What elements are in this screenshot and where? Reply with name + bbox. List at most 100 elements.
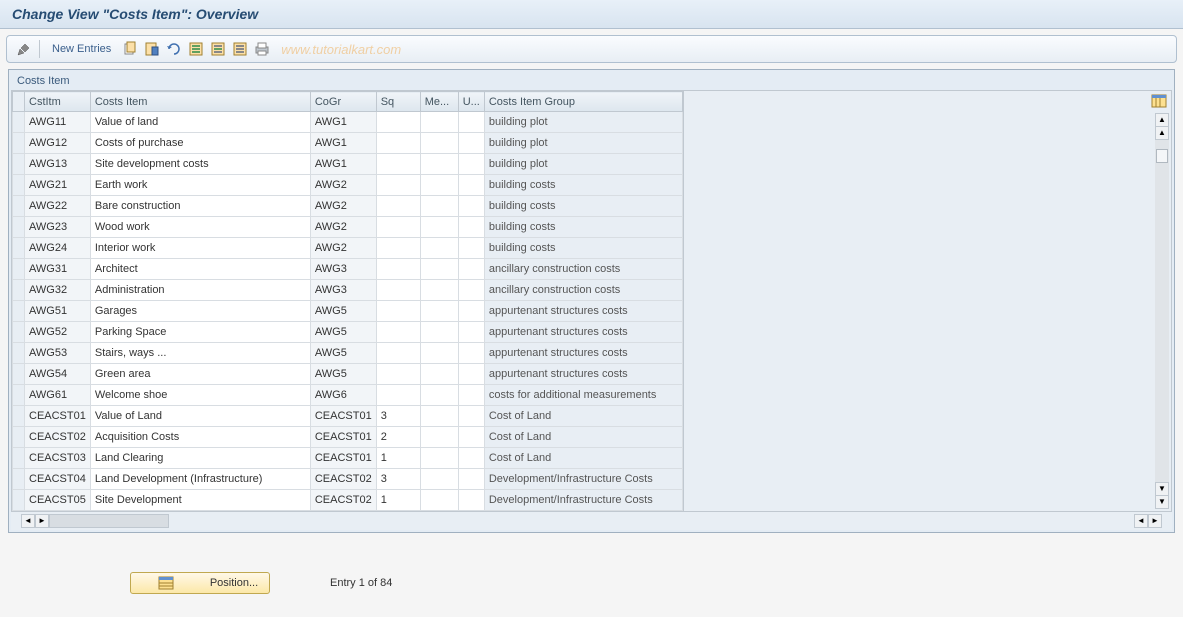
- cell-cogr[interactable]: CEACST01: [310, 448, 376, 469]
- cell-me[interactable]: [420, 448, 458, 469]
- cell-me[interactable]: [420, 238, 458, 259]
- table-row[interactable]: AWG13Site development costsAWG1building …: [13, 154, 683, 175]
- cell-u[interactable]: [458, 133, 484, 154]
- cell-costs-item[interactable]: Land Clearing: [90, 448, 310, 469]
- cell-sq[interactable]: [376, 175, 420, 196]
- cell-sq[interactable]: 3: [376, 406, 420, 427]
- undo-icon[interactable]: [165, 40, 183, 58]
- table-row[interactable]: AWG23Wood workAWG2building costs: [13, 217, 683, 238]
- change-icon[interactable]: [15, 40, 33, 58]
- row-selector[interactable]: [13, 196, 25, 217]
- cell-sq[interactable]: [376, 343, 420, 364]
- cell-u[interactable]: [458, 301, 484, 322]
- cell-cogr[interactable]: AWG2: [310, 196, 376, 217]
- cell-sq[interactable]: [376, 154, 420, 175]
- copy-as-icon[interactable]: [121, 40, 139, 58]
- cell-costs-item[interactable]: Architect: [90, 259, 310, 280]
- cell-u[interactable]: [458, 490, 484, 511]
- cell-cstitm[interactable]: AWG21: [25, 175, 91, 196]
- cell-u[interactable]: [458, 427, 484, 448]
- cell-cogr[interactable]: AWG5: [310, 322, 376, 343]
- table-row[interactable]: AWG31ArchitectAWG3ancillary construction…: [13, 259, 683, 280]
- cell-u[interactable]: [458, 259, 484, 280]
- cell-cogr[interactable]: AWG3: [310, 280, 376, 301]
- col-cogr[interactable]: CoGr: [310, 92, 376, 112]
- cell-cstitm[interactable]: AWG24: [25, 238, 91, 259]
- table-row[interactable]: CEACST03Land ClearingCEACST011Cost of La…: [13, 448, 683, 469]
- cell-me[interactable]: [420, 259, 458, 280]
- horizontal-scrollbar[interactable]: ◄ ► ◄ ►: [11, 512, 1172, 530]
- cell-cstitm[interactable]: CEACST02: [25, 427, 91, 448]
- cell-cogr[interactable]: AWG2: [310, 238, 376, 259]
- cell-cstitm[interactable]: CEACST01: [25, 406, 91, 427]
- cell-sq[interactable]: [376, 112, 420, 133]
- cell-me[interactable]: [420, 364, 458, 385]
- cell-cogr[interactable]: CEACST01: [310, 406, 376, 427]
- cell-costs-item[interactable]: Parking Space: [90, 322, 310, 343]
- col-sq[interactable]: Sq: [376, 92, 420, 112]
- cell-costs-item[interactable]: Acquisition Costs: [90, 427, 310, 448]
- cell-costs-item[interactable]: Costs of purchase: [90, 133, 310, 154]
- cell-cstitm[interactable]: AWG13: [25, 154, 91, 175]
- cell-costs-item[interactable]: Site Development: [90, 490, 310, 511]
- col-me[interactable]: Me...: [420, 92, 458, 112]
- cell-cogr[interactable]: AWG5: [310, 301, 376, 322]
- scroll-up-icon[interactable]: ▲: [1155, 113, 1169, 127]
- table-row[interactable]: AWG51GaragesAWG5appurtenant structures c…: [13, 301, 683, 322]
- cell-costs-item[interactable]: Interior work: [90, 238, 310, 259]
- cell-me[interactable]: [420, 343, 458, 364]
- cell-costs-item[interactable]: Green area: [90, 364, 310, 385]
- row-selector[interactable]: [13, 322, 25, 343]
- cell-sq[interactable]: 1: [376, 448, 420, 469]
- scroll-right-icon[interactable]: ►: [1148, 514, 1162, 528]
- cell-u[interactable]: [458, 112, 484, 133]
- cell-cstitm[interactable]: AWG12: [25, 133, 91, 154]
- scroll-down2-icon[interactable]: ▼: [1155, 495, 1169, 509]
- cell-me[interactable]: [420, 301, 458, 322]
- cell-u[interactable]: [458, 448, 484, 469]
- cell-me[interactable]: [420, 322, 458, 343]
- cell-cstitm[interactable]: AWG53: [25, 343, 91, 364]
- cell-cogr[interactable]: CEACST02: [310, 490, 376, 511]
- cell-cogr[interactable]: CEACST02: [310, 469, 376, 490]
- select-block-icon[interactable]: [209, 40, 227, 58]
- cell-me[interactable]: [420, 385, 458, 406]
- cell-cogr[interactable]: AWG6: [310, 385, 376, 406]
- cell-u[interactable]: [458, 217, 484, 238]
- cell-cstitm[interactable]: AWG11: [25, 112, 91, 133]
- cell-me[interactable]: [420, 469, 458, 490]
- delete-icon[interactable]: [143, 40, 161, 58]
- row-selector[interactable]: [13, 112, 25, 133]
- cell-costs-item[interactable]: Stairs, ways ...: [90, 343, 310, 364]
- table-row[interactable]: CEACST02Acquisition CostsCEACST012Cost o…: [13, 427, 683, 448]
- cell-cogr[interactable]: CEACST01: [310, 427, 376, 448]
- print-icon[interactable]: [253, 40, 271, 58]
- table-row[interactable]: AWG61Welcome shoeAWG6costs for additiona…: [13, 385, 683, 406]
- cell-u[interactable]: [458, 322, 484, 343]
- configure-columns-icon[interactable]: [1151, 93, 1167, 109]
- cell-sq[interactable]: [376, 259, 420, 280]
- table-row[interactable]: AWG12Costs of purchaseAWG1building plot: [13, 133, 683, 154]
- row-selector[interactable]: [13, 385, 25, 406]
- row-selector[interactable]: [13, 217, 25, 238]
- cell-costs-item[interactable]: Bare construction: [90, 196, 310, 217]
- row-selector[interactable]: [13, 175, 25, 196]
- cell-costs-item[interactable]: Administration: [90, 280, 310, 301]
- cell-sq[interactable]: [376, 301, 420, 322]
- deselect-all-icon[interactable]: [231, 40, 249, 58]
- cell-costs-item[interactable]: Value of land: [90, 112, 310, 133]
- cell-cogr[interactable]: AWG1: [310, 154, 376, 175]
- cell-cogr[interactable]: AWG5: [310, 343, 376, 364]
- cell-cstitm[interactable]: CEACST05: [25, 490, 91, 511]
- scroll-right-inner-icon[interactable]: ►: [35, 514, 49, 528]
- cell-me[interactable]: [420, 490, 458, 511]
- row-selector[interactable]: [13, 490, 25, 511]
- table-row[interactable]: AWG54Green areaAWG5appurtenant structure…: [13, 364, 683, 385]
- cell-cogr[interactable]: AWG1: [310, 112, 376, 133]
- cell-costs-item[interactable]: Earth work: [90, 175, 310, 196]
- cell-sq[interactable]: [376, 385, 420, 406]
- col-u[interactable]: U...: [458, 92, 484, 112]
- cell-cstitm[interactable]: AWG54: [25, 364, 91, 385]
- vertical-scrollbar[interactable]: ▲ ▲ ▼ ▼: [1155, 113, 1169, 509]
- cell-me[interactable]: [420, 112, 458, 133]
